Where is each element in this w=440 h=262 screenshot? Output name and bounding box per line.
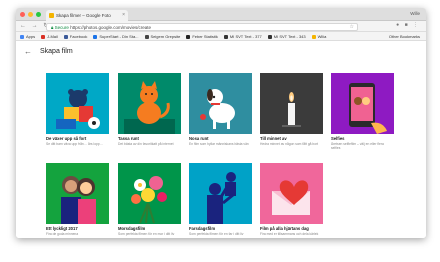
movie-template-card[interactable]: Ett lyckligt 2017 Fira de goda minnena [46,163,109,238]
bookmark-label: Apps [26,34,36,39]
tab-bar: Skapa filmer – Google Foto × Wille [16,8,426,21]
template-subtitle: En film som hyllar människans bästa vän [189,142,249,146]
template-subtitle: Se ditt barn växa upp från… års lopp… [46,142,103,146]
template-illustration[interactable] [118,163,181,224]
secure-label: Secure [54,24,69,30]
template-title: Ett lyckligt 2017 [46,226,78,231]
template-title: Selfies [331,136,345,141]
tab-title: Skapa filmer – Google Foto [56,13,111,18]
bookmark-label: SuperStart - Din Sta... [99,34,139,39]
bookmark-favicon-icon [223,34,228,39]
bookmark-label: MI SVT Text - 377 [229,34,262,39]
bookmark-label: Wilia [317,34,327,39]
address-bar[interactable]: 🔒︎ Secure https://photos.google.com/movi… [46,22,358,31]
bookmarks-bar: Apps J-Mail Facebook SuperStart - Din Sta..… [16,32,426,41]
bookmark-item[interactable]: MI SVT Text - 377 [223,34,262,39]
bookmark-item[interactable]: Wilia [311,34,327,39]
template-subtitle: Åretsen selfiefilm – välj en eller flera… [331,142,384,150]
maximize-window-button[interactable] [36,12,41,17]
movie-template-card[interactable]: Tassa runt Det bästa av din favoritkatt p… [118,73,181,150]
bookmark-star-icon[interactable]: ☆ [350,24,354,30]
movie-template-card[interactable]: Farsdagsfilm Som perfekta filmen för en f… [189,163,252,238]
bookmark-favicon-icon [267,34,272,39]
template-subtitle: Det bästa av din favoritkatt på internet [118,142,174,146]
template-illustration[interactable] [189,163,252,224]
browser-tab[interactable]: Skapa filmer – Google Foto × [46,10,128,21]
bookmark-item[interactable]: Apps [20,34,35,39]
template-title: Till minnet av [260,136,287,141]
lock-icon: 🔒︎ [51,24,54,30]
template-illustration[interactable] [118,73,181,134]
template-illustration[interactable] [260,73,323,134]
bookmark-item[interactable]: SuperStart - Din Sta... [93,34,139,39]
browser-window: Skapa filmer – Google Foto × Wille ← → ↻… [16,8,426,238]
bookmark-favicon-icon [63,34,68,39]
bookmark-label: Seigem Grepsite [150,34,181,39]
template-subtitle: Fira med er tillsammans och dela kärlek [260,232,319,236]
movie-template-card[interactable]: Film på alla hjärtans dag Fira med er til… [260,163,323,238]
movie-template-card[interactable]: Morsdagsfilm Som perfekta filmen för en m… [118,163,181,238]
bookmark-favicon-icon [20,34,24,39]
page-header: ← Skapa film [16,41,426,63]
bookmark-favicon-icon [311,34,316,39]
bookmark-label: Facebook [69,34,88,39]
movie-template-card[interactable]: De växer upp så fort Se ditt barn växa up… [46,73,109,150]
bookmark-favicon-icon [41,34,46,39]
template-title: De växer upp så fort [46,136,87,141]
url-text: https://photos.google.com/movies/create [70,24,151,30]
extension-icons[interactable]: ● ■ ⋮ [396,22,420,28]
google-photos-favicon-icon [49,13,54,18]
bookmark-item[interactable]: Feber Statistik [186,34,218,39]
template-illustration[interactable] [331,73,394,134]
bookmark-label: J-Mail [47,34,58,39]
back-arrow-icon[interactable]: ← [24,47,32,56]
minimize-window-button[interactable] [28,12,33,17]
profile-name[interactable]: Wille [410,11,420,16]
bookmark-favicon-icon [144,34,149,39]
template-title: Tassa runt [118,136,139,141]
template-subtitle: Som perfekta filmen för en mor i ditt li… [118,232,175,236]
template-title: Farsdagsfilm [189,226,216,231]
template-illustration[interactable] [260,163,323,224]
page-title: Skapa film [40,48,73,55]
bookmark-label: Feber Statistik [192,34,218,39]
address-row: ← → ↻ 🔒︎ Secure https://photos.google.co… [16,21,426,32]
template-subtitle: Som perfekta filmen för en far i ditt li… [189,232,244,236]
other-bookmarks[interactable]: Other Bookmarks [389,34,420,39]
template-title: Film på alla hjärtans dag [260,226,309,231]
template-subtitle: Fira de goda minnena [46,232,79,236]
movie-template-card[interactable]: Nosa runt En film som hyllar människans b… [189,73,252,150]
template-subtitle: Hedra minnet av någon som fått gå bort [260,142,319,146]
movie-template-card[interactable]: Till minnet av Hedra minnet av någon som … [260,73,323,150]
template-title: Morsdagsfilm [118,226,146,231]
window-controls [20,12,41,17]
close-window-button[interactable] [20,12,25,17]
bookmark-item[interactable]: Seigem Grepsite [144,34,181,39]
template-title: Nosa runt [189,136,209,141]
bookmark-item[interactable]: Facebook [63,34,88,39]
bookmark-favicon-icon [186,34,191,39]
bookmark-item[interactable]: MI SVT Text - 343 [267,34,306,39]
bookmark-item[interactable]: J-Mail [41,34,58,39]
bookmark-label: MI SVT Text - 343 [273,34,306,39]
template-illustration[interactable] [46,73,109,134]
page-content: ← Skapa film De växer upp så fort Se ditt… [16,41,426,238]
template-illustration[interactable] [189,73,252,134]
template-illustration[interactable] [46,163,109,224]
bookmark-favicon-icon [93,34,98,39]
tab-close-icon[interactable]: × [122,12,125,18]
movie-template-card[interactable]: Selfies Åretsen selfiefilm – välj en elle… [331,73,394,150]
